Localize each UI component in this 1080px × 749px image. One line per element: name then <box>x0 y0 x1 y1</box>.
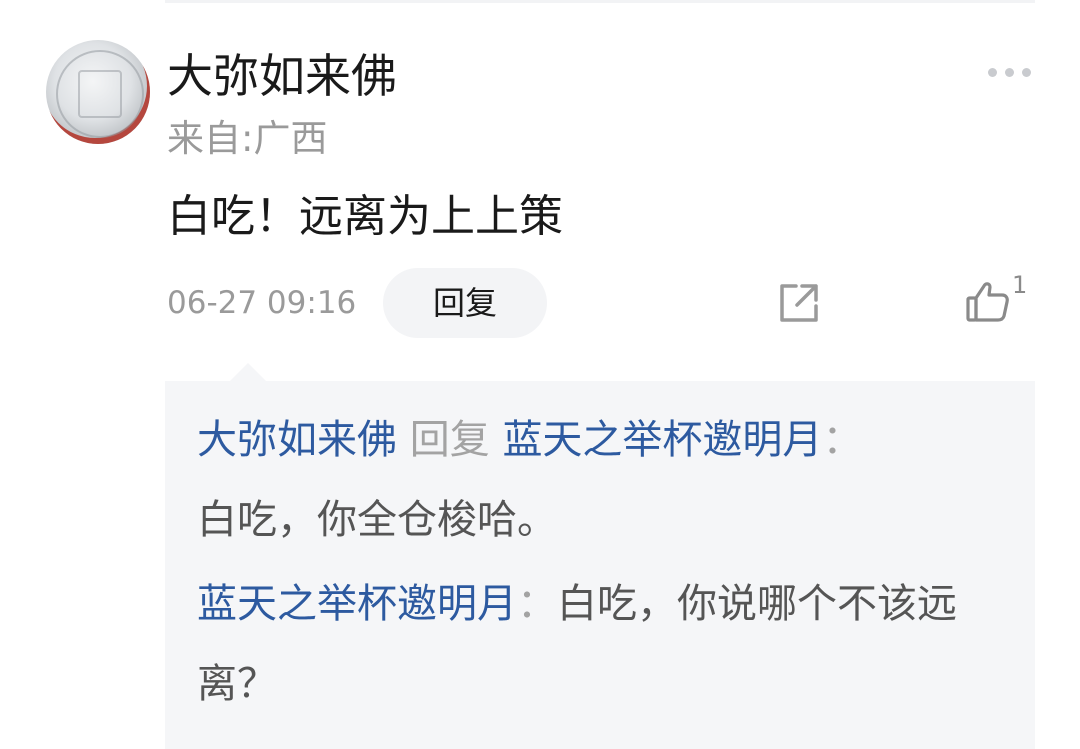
thumbs-up-icon[interactable] <box>965 278 1011 324</box>
comment-content: 白吃！远离为上上策 <box>167 191 563 242</box>
reply-separator: ： <box>517 581 557 627</box>
share-icon[interactable] <box>776 280 822 326</box>
like-count: 1 <box>1012 271 1028 299</box>
top-divider <box>165 0 1035 3</box>
comment-location: 来自:广西 <box>167 117 328 160</box>
reply-to-user[interactable]: 蓝天之举杯邀明月 <box>502 417 822 463</box>
reply-item[interactable]: 大弥如来佛 回复 蓝天之举杯邀明月： 白吃，你全仓梭哈。 <box>197 400 1017 560</box>
reply-item[interactable]: 蓝天之举杯邀明月：白吃，你说哪个不该远离？ <box>197 564 1017 724</box>
reply-text: 白吃，你全仓梭哈。 <box>197 497 557 543</box>
reply-panel-pointer <box>230 363 266 381</box>
reply-separator: ： <box>822 417 863 463</box>
more-dots-icon[interactable] <box>986 66 1034 80</box>
comment-username[interactable]: 大弥如来佛 <box>167 48 397 104</box>
reply-from-user[interactable]: 大弥如来佛 <box>197 417 397 463</box>
comment-timestamp: 06-27 09:16 <box>167 285 357 321</box>
avatar-coin-emblem <box>78 70 122 118</box>
reply-from-user[interactable]: 蓝天之举杯邀明月 <box>197 581 517 627</box>
reply-word: 回复 <box>409 417 490 463</box>
reply-button[interactable]: 回复 <box>383 268 547 338</box>
avatar[interactable] <box>46 40 150 144</box>
